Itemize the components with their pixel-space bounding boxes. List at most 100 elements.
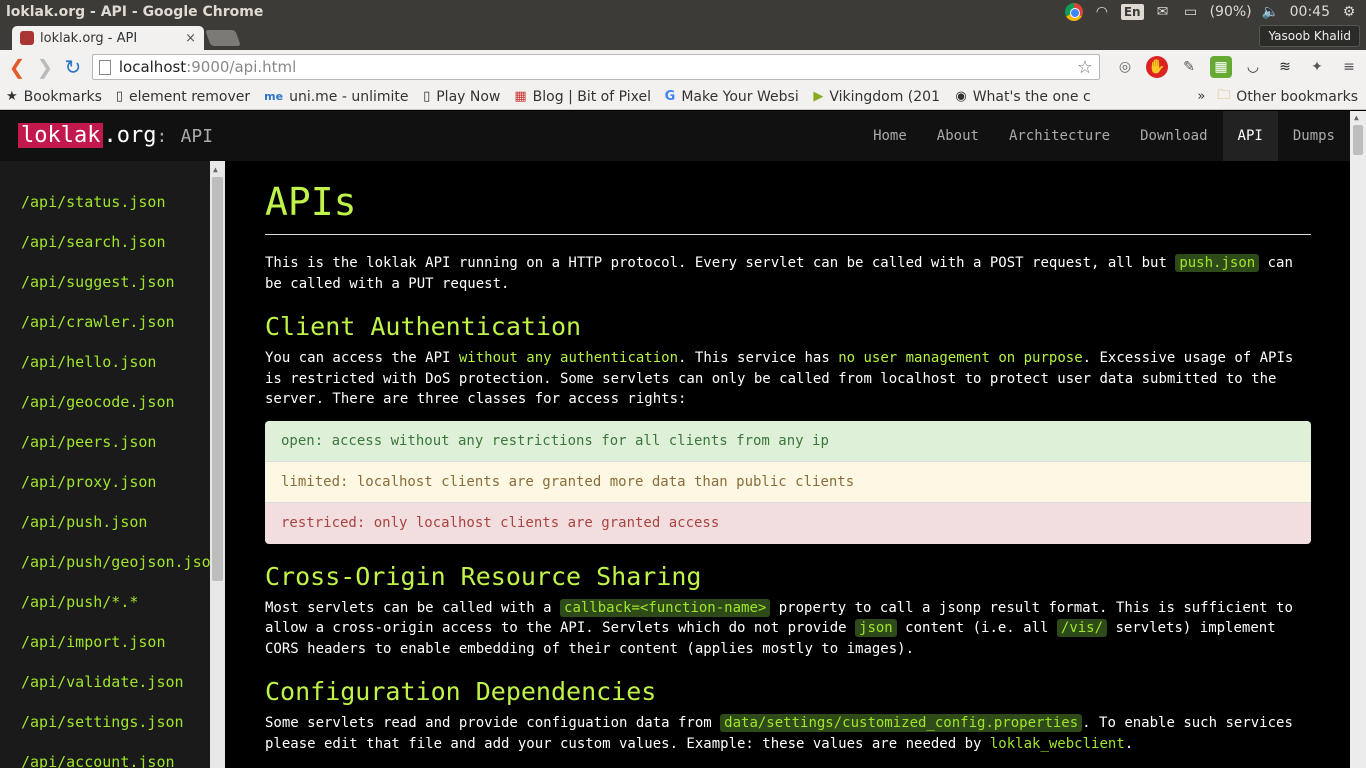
bookmark-item[interactable]: GMake Your Website	[665, 89, 800, 105]
page-icon	[98, 59, 111, 75]
bookmark-item[interactable]: ▶Vikingdom (2013)	[813, 89, 941, 105]
inline-code: json	[855, 619, 897, 637]
nav-dumps[interactable]: Dumps	[1278, 111, 1350, 161]
browser-toolbar: ❮ ❯ ↻ localhost:9000/api.html ☆ ◎ ✋ ✎ ▦ …	[0, 50, 1366, 84]
bookmarks-bar: ★ Bookmarks ▯ element remover me uni.me - u…	[0, 84, 1366, 110]
inline-code: callback=<function-name>	[560, 598, 771, 617]
bookmark-star-icon: ★	[6, 89, 18, 104]
bookmark-star-icon[interactable]: ☆	[1077, 57, 1093, 78]
highlight-text: without any authentication	[458, 350, 679, 366]
volume-icon[interactable]: 🔈	[1262, 4, 1280, 20]
scroll-up-arrow-icon[interactable]: ▲	[213, 165, 218, 174]
reload-button[interactable]: ↻	[62, 55, 84, 79]
page-scrollbar[interactable]: ▲	[1350, 111, 1366, 768]
bookmark-item[interactable]: ★ Bookmarks	[6, 89, 102, 105]
section-heading-config: Configuration Dependencies	[265, 677, 657, 706]
nav-api[interactable]: API	[1222, 111, 1278, 161]
back-button[interactable]: ❮	[6, 55, 28, 79]
top-nav: Home About Architecture Download API Dum…	[858, 111, 1350, 161]
clock[interactable]: 00:45	[1290, 4, 1330, 20]
mail-icon[interactable]: ✉	[1154, 4, 1172, 20]
sidebar-item-proxy[interactable]: /api/proxy.json	[0, 462, 210, 502]
api-sidebar: /api/status.json /api/search.json /api/s…	[0, 161, 210, 768]
browser-tab-active[interactable]: loklak.org - API ×	[12, 26, 204, 50]
folder-icon: 🗀	[1217, 87, 1231, 103]
bookmark-item[interactable]: ◉ What's the one c	[955, 89, 1090, 105]
color-extension-icon[interactable]: ▦	[1209, 56, 1232, 78]
profile-user-button[interactable]: Yasoob Khalid	[1259, 25, 1360, 47]
system-tray: ◠ En ✉ ▭ (90%) 🔈 00:45 ⚙	[1064, 3, 1366, 21]
section-heading-auth: Client Authentication	[265, 312, 582, 341]
bookmark-item[interactable]: ▦ Blog | Bit of Pixel	[514, 89, 650, 105]
brand-domain: .org	[103, 123, 157, 148]
sidebar-item-settings[interactable]: /api/settings.json	[0, 702, 210, 742]
page-icon: ▯	[115, 89, 124, 104]
page-scrollbar-thumb[interactable]	[1353, 125, 1363, 155]
url-path: :9000/api.html	[186, 58, 297, 76]
eyedropper-extension-icon[interactable]: ✎	[1178, 56, 1200, 78]
new-tab-button[interactable]	[205, 30, 241, 46]
sidebar-item-search[interactable]: /api/search.json	[0, 222, 210, 262]
more-bookmarks-chevron-icon[interactable]: »	[1197, 89, 1205, 104]
sidebar-item-suggest[interactable]: /api/suggest.json	[0, 262, 210, 302]
sidebar-item-push[interactable]: /api/push.json	[0, 502, 210, 542]
url-host: localhost	[118, 58, 187, 76]
wifi-icon[interactable]: ◠	[1093, 4, 1111, 20]
brand-section: API	[180, 126, 214, 147]
highlight-text: no user management on purpose	[838, 350, 1083, 366]
forward-button[interactable]: ❯	[34, 55, 56, 79]
sidebar-item-push-wildcard[interactable]: /api/push/*.*	[0, 582, 210, 622]
sidebar-item-peers[interactable]: /api/peers.json	[0, 422, 210, 462]
access-restricted: restriced: only localhost clients are gr…	[265, 502, 1311, 544]
nav-architecture[interactable]: Architecture	[994, 111, 1125, 161]
battery-icon[interactable]: ▭	[1182, 4, 1200, 20]
page-icon: ▯	[423, 89, 431, 104]
chrome-icon[interactable]	[1064, 3, 1083, 21]
pixel-blog-icon: ▦	[514, 89, 527, 104]
sidebar-item-import[interactable]: /api/import.json	[0, 622, 210, 662]
settings-gear-icon[interactable]: ⚙	[1340, 4, 1358, 20]
sidebar-item-validate[interactable]: /api/validate.json	[0, 662, 210, 702]
cors-paragraph: Most servlets can be called with a callb…	[265, 598, 1293, 657]
bookmark-item[interactable]: ▯ Play Now	[423, 89, 500, 105]
nav-home[interactable]: Home	[858, 111, 922, 161]
inline-code: /vis/	[1056, 619, 1108, 637]
buffer-extension-icon[interactable]: ≋	[1274, 56, 1296, 78]
other-bookmarks-folder[interactable]: 🗀 Other bookmarks	[1217, 86, 1366, 108]
access-rights-list: open: access without any restrictions fo…	[265, 420, 1311, 544]
sidebar-item-status[interactable]: /api/status.json	[0, 182, 210, 222]
site-favicon-icon	[20, 31, 34, 45]
other-bookmarks-label: Other bookmarks	[1236, 88, 1358, 105]
uni-me-icon: me	[264, 90, 284, 103]
webclient-link[interactable]: loklak_webclient	[990, 736, 1125, 752]
tab-strip: loklak.org - API × Yasoob Khalid	[0, 24, 1366, 50]
adblock-extension-icon[interactable]: ✋	[1145, 56, 1168, 78]
chrome-menu-icon[interactable]: ≡	[1338, 56, 1360, 78]
sidebar-item-geocode[interactable]: /api/geocode.json	[0, 382, 210, 422]
sidebar-scrollbar[interactable]: ▲	[210, 161, 225, 768]
inline-code: push.json	[1175, 254, 1260, 272]
sidebar-scrollbar-thumb[interactable]	[212, 177, 223, 581]
sidebar-item-push-geojson[interactable]: /api/push/geojson.json	[0, 542, 210, 582]
sidebar-item-account[interactable]: /api/account.json	[0, 742, 210, 768]
nav-about[interactable]: About	[922, 111, 994, 161]
keyboard-layout-indicator[interactable]: En	[1120, 4, 1144, 20]
bookmark-item[interactable]: ▯ element remover	[116, 89, 250, 105]
bookmark-item[interactable]: me uni.me - unlimited	[264, 89, 409, 105]
sidebar-item-hello[interactable]: /api/hello.json	[0, 342, 210, 382]
site-brand[interactable]: loklak .org: API	[18, 123, 213, 148]
puzzle-extension-icon[interactable]: ✦	[1306, 56, 1328, 78]
scroll-up-arrow-icon[interactable]: ▲	[1354, 113, 1359, 122]
reddit-icon: ◉	[955, 89, 967, 104]
globe-extension-icon[interactable]: ◎	[1114, 56, 1136, 78]
brand-separator: :	[156, 126, 168, 147]
auth-paragraph: You can access the API without any authe…	[265, 350, 1294, 407]
extension-icons: ◎ ✋ ✎ ▦ ◡ ≋ ✦ ≡	[1114, 56, 1360, 78]
address-bar[interactable]: localhost:9000/api.html ☆	[91, 54, 1100, 80]
close-tab-icon[interactable]: ×	[185, 31, 196, 46]
os-top-bar: loklak.org - API - Google Chrome ◠ En ✉ …	[0, 0, 1366, 24]
sidebar-item-crawler[interactable]: /api/crawler.json	[0, 302, 210, 342]
site-navbar: loklak .org: API Home About Architecture …	[0, 111, 1350, 161]
pocket-extension-icon[interactable]: ◡	[1242, 56, 1264, 78]
nav-download[interactable]: Download	[1125, 111, 1222, 161]
